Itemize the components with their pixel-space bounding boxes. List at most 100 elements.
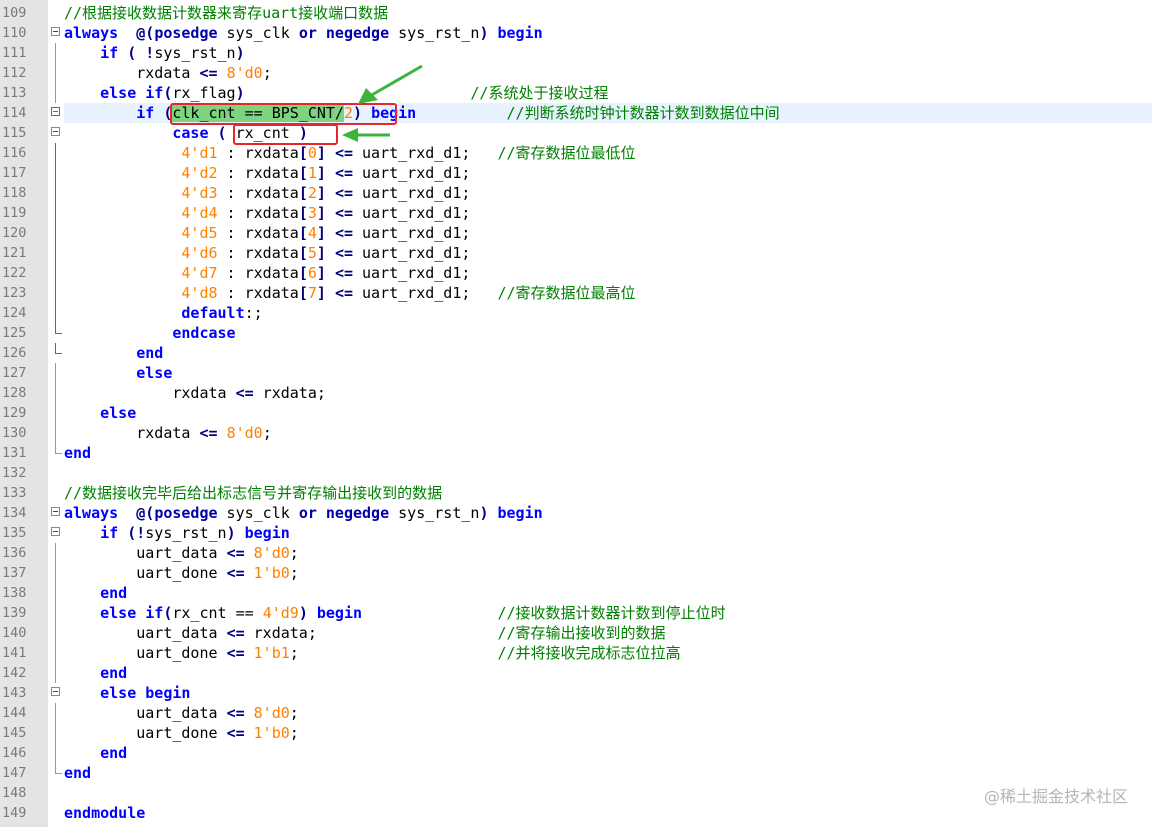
code-token: 1'b1 (253, 644, 290, 662)
code-line[interactable]: 138 end (0, 583, 1152, 603)
line-number: 134 (2, 505, 27, 521)
code-token: //寄存数据位最高位 (497, 284, 636, 302)
code-line[interactable]: 128 rxdata <= rxdata; (0, 383, 1152, 403)
code-token: <= (334, 284, 353, 302)
code-line[interactable]: 129 else (0, 403, 1152, 423)
code-line[interactable]: 123 4'd8 : rxdata[7] <= uart_rxd_d1; //寄… (0, 283, 1152, 303)
code-token: ] (316, 264, 326, 282)
code-line[interactable]: 146 end (0, 743, 1152, 763)
code-line[interactable]: 145 uart_done <= 1'b0; (0, 723, 1152, 743)
code-line[interactable]: 112 rxdata <= 8'd0; (0, 63, 1152, 83)
code-line[interactable]: 118 4'd3 : rxdata[2] <= uart_rxd_d1; (0, 183, 1152, 203)
fold-guide (55, 403, 56, 423)
code-line[interactable]: 149 endmodule (0, 803, 1152, 823)
code-token: //并将接收完成标志位拉高 (497, 644, 681, 662)
code-line[interactable]: 130 rxdata <= 8'd0; (0, 423, 1152, 443)
code-line[interactable]: 121 4'd6 : rxdata[5] <= uart_rxd_d1; (0, 243, 1152, 263)
code-line[interactable]: 110 always @(posedge sys_clk or negedge s… (0, 23, 1152, 43)
code-token: @( (136, 24, 155, 42)
fold-toggle-icon[interactable] (51, 27, 60, 36)
line-number: 133 (2, 485, 27, 501)
code-line[interactable]: 141 uart_done <= 1'b1; //并将接收完成标志位拉高 (0, 643, 1152, 663)
line-number: 145 (2, 725, 27, 741)
code-token: begin (244, 524, 290, 542)
code-token: <= (334, 264, 353, 282)
code-token: //判断系统时钟计数器计数到数据位中间 (506, 104, 780, 122)
code-token: if (100, 524, 119, 542)
code-line[interactable]: 148 (0, 783, 1152, 803)
code-token: ] (316, 244, 326, 262)
code-line[interactable]: 117 4'd2 : rxdata[1] <= uart_rxd_d1; (0, 163, 1152, 183)
code-text: 4'd4 : rxdata[3] <= uart_rxd_d1; (64, 203, 470, 223)
code-line[interactable]: 109 //根据接收数据计数器来寄存uart接收端口数据 (0, 3, 1152, 23)
code-line[interactable]: 119 4'd4 : rxdata[3] <= uart_rxd_d1; (0, 203, 1152, 223)
fold-toggle-icon[interactable] (51, 127, 60, 136)
code-editor[interactable]: 109//根据接收数据计数器来寄存uart接收端口数据 110 always @(p… (0, 3, 1152, 823)
annotation-arrow-icon (342, 128, 390, 142)
code-line[interactable]: 131 end (0, 443, 1152, 463)
fold-toggle-icon[interactable] (51, 107, 60, 116)
code-line[interactable]: 134 always @(posedge sys_clk or negedge s… (0, 503, 1152, 523)
code-token: rx_cnt == (172, 604, 263, 622)
fold-guide (55, 703, 56, 723)
fold-guide (55, 63, 56, 83)
code-token: //根据接收数据计数器来寄存uart接收端口数据 (64, 4, 389, 22)
code-line[interactable]: 126 end (0, 343, 1152, 363)
code-text: end (64, 763, 91, 783)
code-token: rx_flag (172, 84, 236, 102)
code-line[interactable]: 127 else (0, 363, 1152, 383)
code-line[interactable]: 143 else begin (0, 683, 1152, 703)
code-line[interactable]: 140 uart_data <= rxdata; //寄存输出接收到的数据 (0, 623, 1152, 643)
code-line[interactable]: 142 end (0, 663, 1152, 683)
code-text: rxdata <= 8'd0; (64, 63, 271, 83)
code-line[interactable]: 120 4'd5 : rxdata[4] <= uart_rxd_d1; (0, 223, 1152, 243)
code-line[interactable]: 139 else if(rx_cnt == 4'd9) begin //接收数据… (0, 603, 1152, 623)
code-line[interactable]: 135 if (!sys_rst_n) begin (0, 523, 1152, 543)
code-line[interactable]: 111 if ( !sys_rst_n) (0, 43, 1152, 63)
code-token: //数据接收完毕后给出标志信号并寄存输出接收到的数据 (64, 484, 443, 502)
code-line[interactable]: 132 (0, 463, 1152, 483)
code-token: ; (289, 644, 498, 662)
code-line[interactable]: 125 endcase (0, 323, 1152, 343)
code-token: ] (316, 204, 326, 222)
code-text: uart_data <= rxdata; //寄存输出接收到的数据 (64, 623, 665, 643)
code-line[interactable]: 136 uart_data <= 8'd0; (0, 543, 1152, 563)
code-token: @( (136, 504, 155, 522)
code-token: begin (316, 604, 363, 622)
fold-toggle-icon[interactable] (51, 687, 60, 696)
code-line[interactable]: 115 case ( rx_cnt ) (0, 123, 1152, 143)
code-token: ) (298, 604, 308, 622)
code-token: <= (226, 624, 245, 642)
code-token: negedge (325, 504, 390, 522)
code-token: 4'd2 (181, 164, 218, 182)
code-token: <= (226, 644, 245, 662)
code-token: end (100, 664, 128, 682)
code-token: ( (217, 124, 227, 142)
code-token: //寄存数据位最低位 (497, 144, 636, 162)
code-line[interactable]: 147 end (0, 763, 1152, 783)
code-token: else (100, 84, 137, 102)
code-line[interactable]: 124 default:; (0, 303, 1152, 323)
code-token: endmodule (64, 804, 146, 822)
code-token: if (145, 84, 164, 102)
code-line[interactable]: 116 4'd1 : rxdata[0] <= uart_rxd_d1; //寄… (0, 143, 1152, 163)
fold-toggle-icon[interactable] (51, 527, 60, 536)
code-line[interactable]: 144 uart_data <= 8'd0; (0, 703, 1152, 723)
code-token: 8'd0 (226, 424, 263, 442)
code-token: uart_rxd_d1; (353, 224, 471, 242)
code-token: <= (334, 244, 353, 262)
code-token: <= (226, 704, 245, 722)
fold-toggle-icon[interactable] (51, 507, 60, 516)
code-line[interactable]: 137 uart_done <= 1'b0; (0, 563, 1152, 583)
code-line[interactable]: 113 else if(rx_flag) //系统处于接收过程 (0, 83, 1152, 103)
code-line[interactable]: 133 //数据接收完毕后给出标志信号并寄存输出接收到的数据 (0, 483, 1152, 503)
code-line[interactable]: 122 4'd7 : rxdata[6] <= uart_rxd_d1; (0, 263, 1152, 283)
fold-guide (55, 363, 56, 383)
